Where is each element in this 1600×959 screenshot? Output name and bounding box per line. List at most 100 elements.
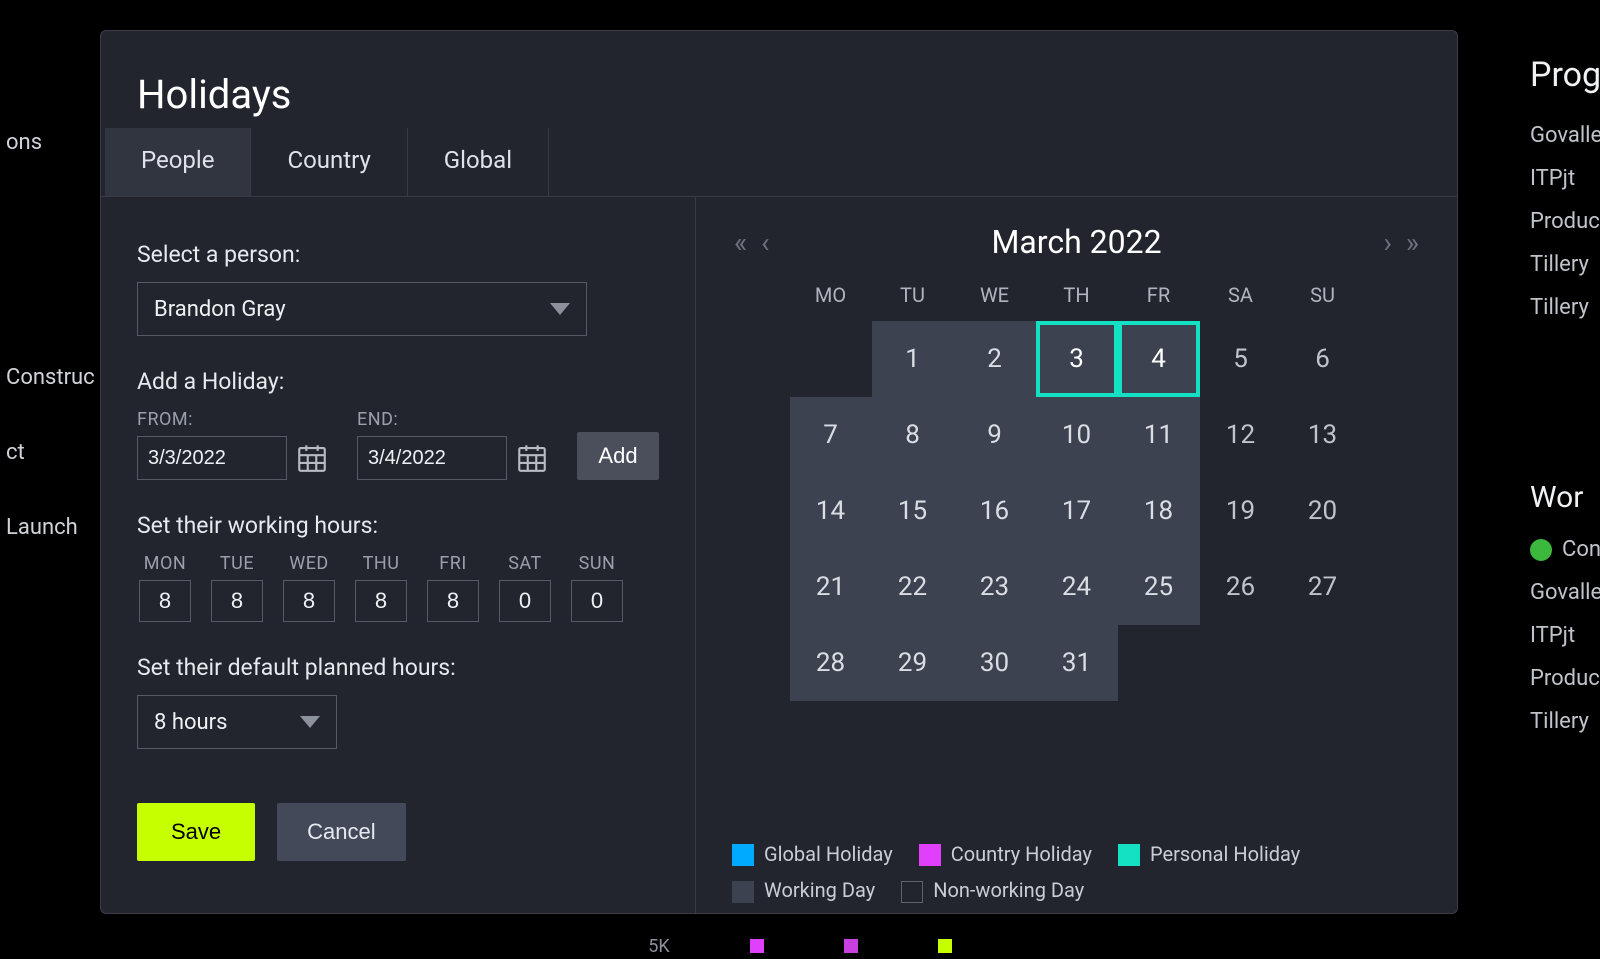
- legend-dot-icon: [750, 939, 764, 953]
- hours-col: SAT: [497, 553, 553, 622]
- status-dot-icon: [1530, 539, 1552, 561]
- dow-label: TUE: [220, 553, 254, 574]
- calendar-day[interactable]: 27: [1282, 549, 1364, 625]
- end-label: END:: [357, 409, 549, 430]
- end-date-input[interactable]: [357, 436, 507, 480]
- sidebar-item[interactable]: Launch: [0, 505, 100, 550]
- next-month-icon[interactable]: ›: [1383, 226, 1391, 259]
- panel-heading: Wor: [1530, 480, 1600, 515]
- hours-input[interactable]: [427, 580, 479, 622]
- calendar-day[interactable]: 1: [872, 321, 954, 397]
- legend-swatch-nonworking-icon: [901, 881, 923, 903]
- calendar-icon[interactable]: [515, 441, 549, 475]
- dow-header: FR: [1118, 273, 1200, 321]
- legend-label: Global Holiday: [764, 842, 893, 866]
- legend-label: Personal Holiday: [1150, 842, 1300, 866]
- calendar-day[interactable]: 12: [1200, 397, 1282, 473]
- calendar-day[interactable]: 17: [1036, 473, 1118, 549]
- legend-label: Working Day: [764, 878, 875, 902]
- dow-header: SA: [1200, 273, 1282, 321]
- panel-row: Produc: [1530, 209, 1600, 234]
- hours-input[interactable]: [355, 580, 407, 622]
- hours-input[interactable]: [283, 580, 335, 622]
- person-select-value: Brandon Gray: [154, 297, 286, 322]
- legend-swatch-country-icon: [919, 844, 941, 866]
- calendar-day[interactable]: 29: [872, 625, 954, 701]
- calendar-icon[interactable]: [295, 441, 329, 475]
- cancel-button[interactable]: Cancel: [277, 803, 405, 861]
- calendar-day[interactable]: 31: [1036, 625, 1118, 701]
- tabs: People Country Global: [101, 128, 1457, 197]
- dow-label: WED: [289, 553, 329, 574]
- legend-dot-icon: [938, 939, 952, 953]
- calendar-day[interactable]: 7: [790, 397, 872, 473]
- calendar-day[interactable]: 16: [954, 473, 1036, 549]
- calendar-day[interactable]: 2: [954, 321, 1036, 397]
- person-select[interactable]: Brandon Gray: [137, 282, 587, 336]
- calendar-day[interactable]: 28: [790, 625, 872, 701]
- legend-swatch-personal-icon: [1118, 844, 1140, 866]
- legend-dot-icon: [844, 939, 858, 953]
- sidebar-item[interactable]: ct: [0, 430, 100, 475]
- hours-col: TUE: [209, 553, 265, 622]
- legend-swatch-global-icon: [732, 844, 754, 866]
- hours-input[interactable]: [139, 580, 191, 622]
- sidebar-item[interactable]: ons: [0, 120, 100, 165]
- calendar-day[interactable]: 9: [954, 397, 1036, 473]
- calendar-grid: MOTUWETHFRSASU12345678910111213141516171…: [732, 273, 1421, 701]
- calendar-day[interactable]: 6: [1282, 321, 1364, 397]
- calendar-day[interactable]: 30: [954, 625, 1036, 701]
- calendar-day[interactable]: 4: [1118, 321, 1200, 397]
- from-date-input[interactable]: [137, 436, 287, 480]
- calendar-day[interactable]: 23: [954, 549, 1036, 625]
- dow-header: MO: [790, 273, 872, 321]
- holidays-modal: Holidays People Country Global Select a …: [100, 30, 1458, 914]
- calendar-day[interactable]: 22: [872, 549, 954, 625]
- next-year-icon[interactable]: »: [1406, 226, 1419, 259]
- calendar-day[interactable]: 24: [1036, 549, 1118, 625]
- calendar-day[interactable]: 8: [872, 397, 954, 473]
- calendar-day[interactable]: 21: [790, 549, 872, 625]
- hours-input[interactable]: [211, 580, 263, 622]
- panel-row: Govalle: [1530, 123, 1600, 148]
- tab-people[interactable]: People: [105, 128, 251, 196]
- dow-header: WE: [954, 273, 1036, 321]
- working-hours-grid: MONTUEWEDTHUFRISATSUN: [137, 553, 659, 622]
- tab-global[interactable]: Global: [408, 128, 549, 196]
- calendar-day[interactable]: 18: [1118, 473, 1200, 549]
- legend-swatch-working-icon: [732, 881, 754, 903]
- calendar-day[interactable]: 15: [872, 473, 954, 549]
- dow-header: TU: [872, 273, 954, 321]
- calendar-day[interactable]: 13: [1282, 397, 1364, 473]
- hours-input[interactable]: [499, 580, 551, 622]
- sidebar-item[interactable]: Construc: [0, 355, 100, 400]
- from-label: FROM:: [137, 409, 329, 430]
- calendar-legend: Global Holiday Country Holiday Personal …: [732, 834, 1421, 903]
- panel-row: ITPjt: [1530, 623, 1600, 648]
- background-left-nav: ons Construc ct Launch: [0, 0, 100, 959]
- calendar-day[interactable]: 11: [1118, 397, 1200, 473]
- hours-input[interactable]: [571, 580, 623, 622]
- calendar-day[interactable]: 25: [1118, 549, 1200, 625]
- select-person-label: Select a person:: [137, 241, 659, 268]
- calendar-day[interactable]: 14: [790, 473, 872, 549]
- bottom-axis: 5K: [0, 933, 1600, 959]
- panel-row: Con: [1530, 537, 1600, 562]
- panel-row: Tillery: [1530, 709, 1600, 734]
- save-button[interactable]: Save: [137, 803, 255, 861]
- calendar-day[interactable]: 5: [1200, 321, 1282, 397]
- calendar-day[interactable]: 3: [1036, 321, 1118, 397]
- planned-hours-select[interactable]: 8 hours: [137, 695, 337, 749]
- background-right-panel: Prog Govalle ITPjt Produc Tillery Tiller…: [1530, 0, 1600, 959]
- prev-month-icon[interactable]: ‹: [761, 226, 769, 259]
- dow-label: SUN: [579, 553, 616, 574]
- add-button[interactable]: Add: [577, 432, 659, 480]
- panel-row: Produc: [1530, 666, 1600, 691]
- calendar-day[interactable]: 19: [1200, 473, 1282, 549]
- tab-country[interactable]: Country: [251, 128, 407, 196]
- calendar-day[interactable]: 20: [1282, 473, 1364, 549]
- prev-year-icon[interactable]: «: [734, 226, 747, 259]
- calendar-pane: « ‹ March 2022 › » MOTUWETHFRSASU1234567…: [696, 197, 1457, 913]
- calendar-day[interactable]: 10: [1036, 397, 1118, 473]
- calendar-day[interactable]: 26: [1200, 549, 1282, 625]
